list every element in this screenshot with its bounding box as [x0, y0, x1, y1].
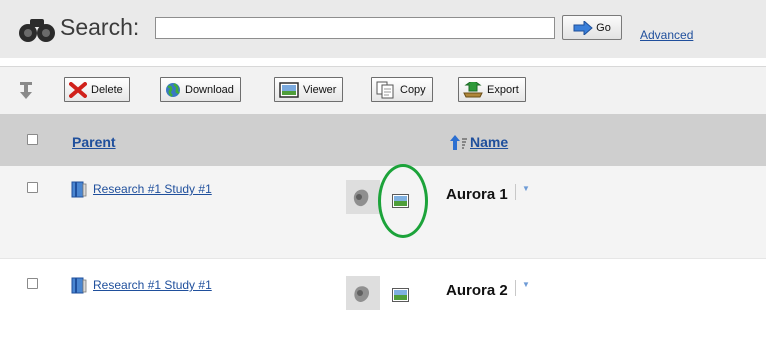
download-label: Download: [185, 83, 234, 96]
arrow-right-icon: [573, 20, 593, 35]
search-input[interactable]: [155, 17, 555, 39]
table-row: [0, 166, 766, 258]
image-thumbnail[interactable]: [346, 276, 380, 310]
menu-separator: [515, 280, 516, 296]
row-checkbox[interactable]: [27, 278, 38, 289]
toolbar: Delete Download Viewer Copy Export: [0, 66, 766, 115]
copy-pages-icon: [376, 81, 394, 98]
globe-icon: [166, 82, 180, 97]
delete-label: Delete: [91, 83, 123, 96]
move-down-icon[interactable]: [19, 82, 33, 100]
viewer-label: Viewer: [303, 83, 337, 96]
column-header-name[interactable]: Name: [470, 134, 508, 150]
search-bar: Search: Go Advanced: [0, 0, 766, 58]
image-file-icon[interactable]: [392, 194, 410, 209]
parent-link[interactable]: Research #1 Study #1: [93, 182, 212, 196]
item-name: Aurora 1: [446, 186, 508, 203]
column-header-parent[interactable]: Parent: [72, 134, 116, 150]
export-label: Export: [487, 83, 519, 96]
export-tray-icon: [463, 81, 483, 97]
go-label: Go: [596, 21, 611, 34]
download-button[interactable]: Download: [160, 77, 241, 102]
chevron-down-icon[interactable]: ▼: [522, 184, 530, 193]
image-file-icon[interactable]: [392, 288, 410, 303]
go-button[interactable]: Go: [562, 15, 622, 40]
copy-button[interactable]: Copy: [371, 77, 433, 102]
binoculars-icon: [19, 19, 55, 42]
table-row: [0, 258, 766, 345]
select-all-checkbox[interactable]: [27, 134, 38, 145]
advanced-search-link[interactable]: Advanced: [640, 28, 693, 42]
study-icon: [71, 277, 87, 294]
copy-label: Copy: [400, 83, 426, 96]
parent-link[interactable]: Research #1 Study #1: [93, 278, 212, 292]
export-button[interactable]: Export: [458, 77, 526, 102]
study-icon: [71, 181, 87, 198]
chevron-down-icon[interactable]: ▼: [522, 280, 530, 289]
menu-separator: [515, 184, 516, 200]
image-thumbnail[interactable]: [346, 180, 380, 214]
image-viewer-icon: [279, 81, 299, 98]
delete-x-icon: [69, 81, 87, 98]
viewer-button[interactable]: Viewer: [274, 77, 344, 102]
item-name: Aurora 2: [446, 282, 508, 299]
sort-ascending-icon[interactable]: [450, 134, 468, 151]
delete-button[interactable]: Delete: [64, 77, 130, 102]
search-label: Search:: [60, 14, 140, 40]
row-checkbox[interactable]: [27, 182, 38, 193]
